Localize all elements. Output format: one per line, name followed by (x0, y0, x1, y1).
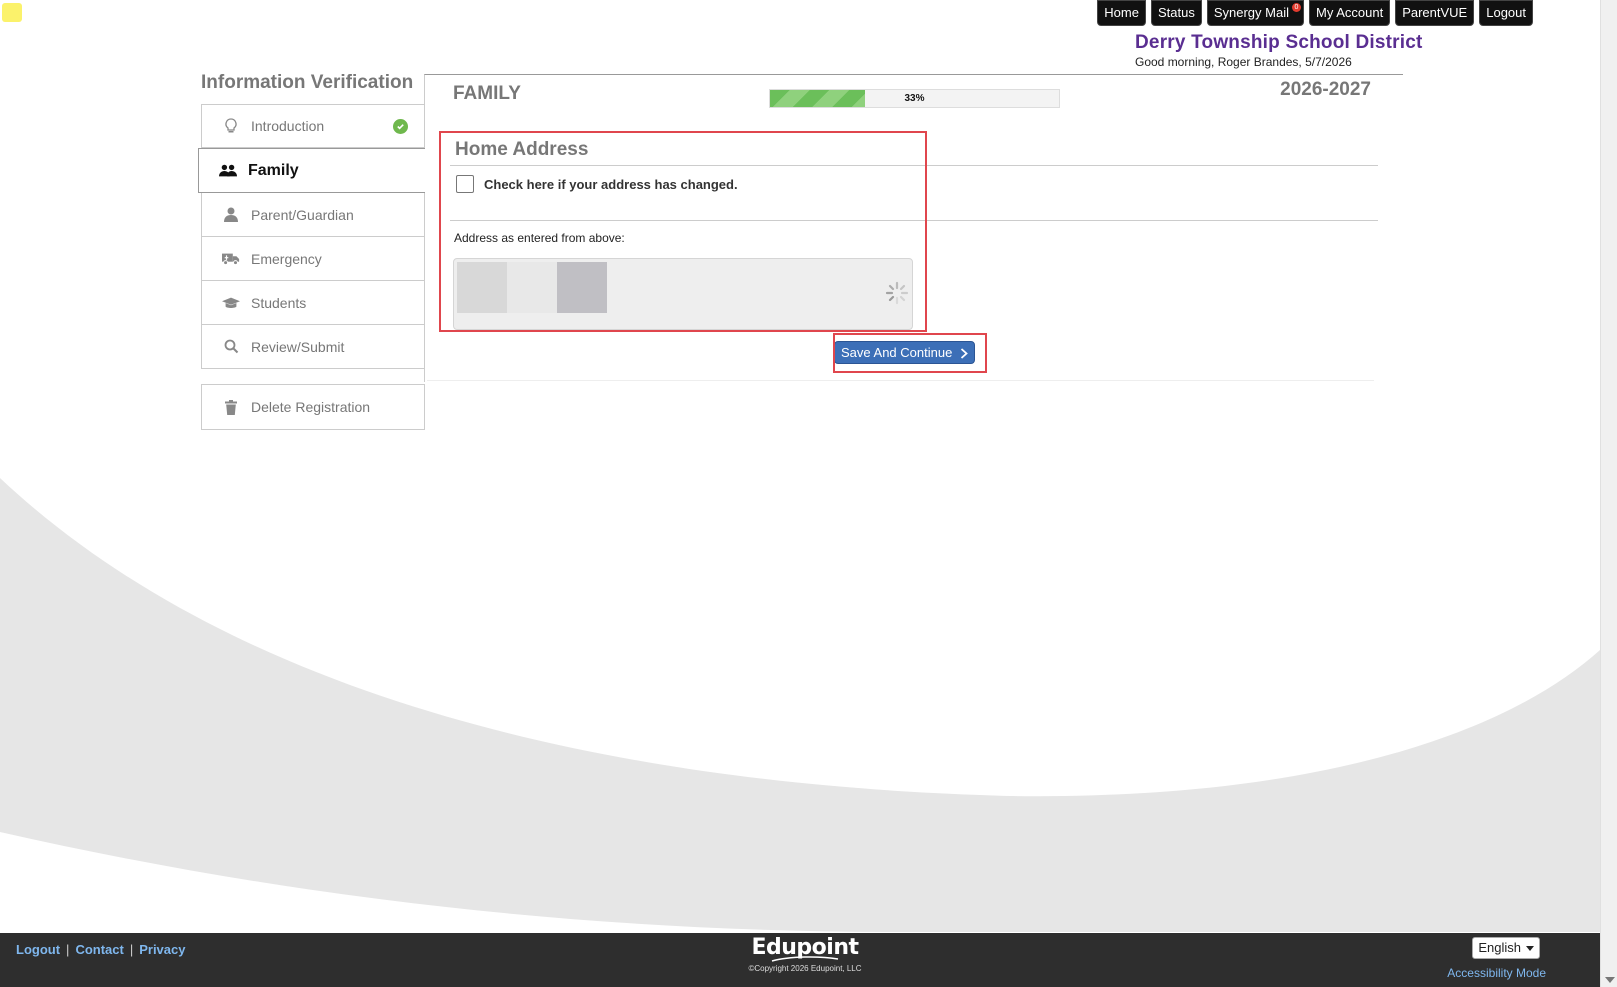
language-select[interactable]: English (1472, 937, 1540, 959)
vertical-scrollbar[interactable] (1600, 0, 1617, 987)
sidebar-item-students[interactable]: Students (201, 281, 425, 325)
sidebar-item-parent-guardian[interactable]: Parent/Guardian (201, 193, 425, 237)
nav-logout-button[interactable]: Logout (1479, 0, 1533, 26)
footer: Logout | Contact | Privacy Edupoint ©Copyrig… (0, 933, 1600, 987)
divider (450, 165, 1378, 166)
top-navigation: Home Status Synergy Mail 0 My Account Pa… (1097, 0, 1533, 26)
footer-contact-link[interactable]: Contact (75, 942, 123, 957)
search-icon (222, 338, 240, 356)
accessibility-mode-link[interactable]: Accessibility Mode (1447, 966, 1546, 980)
address-display (453, 258, 913, 330)
sidebar-item-label: Review/Submit (251, 338, 345, 355)
separator: | (66, 942, 70, 957)
sidebar-title: Information Verification (201, 72, 414, 93)
address-placeholder-block (557, 262, 607, 313)
progress-label: 33% (904, 93, 925, 104)
caret-down-icon (1526, 946, 1534, 951)
nav-my-account-button[interactable]: My Account (1308, 0, 1391, 26)
user-greeting: Good morning, Roger Brandes, 5/7/2026 (1135, 55, 1352, 69)
sidebar-item-label: Emergency (251, 250, 322, 267)
sidebar-item-label: Family (248, 161, 299, 179)
page-title: FAMILY (453, 83, 521, 104)
address-label: Address as entered from above: (454, 231, 625, 245)
district-header: Derry Township School District Good morn… (1135, 32, 1423, 69)
save-and-continue-button[interactable]: Save And Continue (834, 341, 976, 364)
users-icon (219, 162, 237, 180)
graduation-cap-icon (222, 294, 240, 312)
nav-home-button[interactable]: Home (1097, 0, 1146, 26)
save-and-continue-label: Save And Continue (841, 345, 953, 360)
copyright-text: ©Copyright 2026 Edupoint, LLC (748, 964, 862, 973)
language-label: English (1478, 940, 1521, 955)
sidebar-item-introduction[interactable]: Introduction (201, 104, 425, 148)
sidebar-steps: Introduction Family Parent/Guardian Emer… (198, 104, 425, 369)
chevron-right-icon (961, 348, 969, 359)
sidebar-item-label: Introduction (251, 118, 325, 134)
district-name: Derry Township School District (1135, 32, 1423, 53)
mail-count-badge: 0 (1291, 3, 1301, 12)
nav-synergy-mail-label: Synergy Mail (1213, 5, 1289, 20)
address-placeholder-block (457, 262, 507, 313)
delete-registration-button[interactable]: Delete Registration (201, 384, 425, 430)
sidebar-item-review-submit[interactable]: Review/Submit (201, 325, 425, 369)
main-panel: FAMILY 33% 2026-2027 Home Address Check … (424, 74, 1403, 382)
delete-registration-label: Delete Registration (251, 399, 371, 415)
lightbulb-icon (222, 117, 240, 135)
address-changed-label: Check here if your address has changed. (484, 176, 738, 192)
separator: | (129, 942, 134, 957)
school-year: 2026-2027 (1280, 79, 1371, 100)
trash-icon (222, 398, 240, 416)
check-circle-icon (393, 118, 408, 134)
nav-synergy-mail-button[interactable]: Synergy Mail 0 (1206, 0, 1304, 26)
footer-logout-link[interactable]: Logout (16, 942, 60, 957)
address-placeholder-block (507, 262, 557, 313)
footer-links: Logout | Contact | Privacy (16, 942, 185, 957)
sidebar-item-label: Parent/Guardian (251, 206, 354, 223)
address-changed-checkbox[interactable] (456, 175, 474, 193)
section-title-home-address: Home Address (455, 139, 589, 160)
nav-status-button[interactable]: Status (1150, 0, 1202, 26)
footer-privacy-link[interactable]: Privacy (139, 942, 185, 957)
ambulance-icon (222, 250, 240, 268)
corner-marker (2, 3, 22, 22)
edupoint-logo: Edupoint ©Copyright 2026 Edupoint, LLC (745, 935, 865, 973)
divider (450, 220, 1378, 221)
loading-spinner-icon (885, 281, 909, 305)
sidebar-item-emergency[interactable]: Emergency (201, 237, 425, 281)
user-icon (222, 206, 240, 224)
sidebar-item-label: Students (251, 294, 307, 311)
address-changed-row: Check here if your address has changed. (456, 175, 738, 193)
progress-bar: 33% (769, 89, 1060, 108)
divider (427, 380, 1374, 381)
scroll-down-arrow-icon[interactable] (1605, 977, 1615, 983)
nav-parentvue-button[interactable]: ParentVUE (1395, 0, 1475, 26)
sidebar-item-family[interactable]: Family (198, 148, 425, 193)
